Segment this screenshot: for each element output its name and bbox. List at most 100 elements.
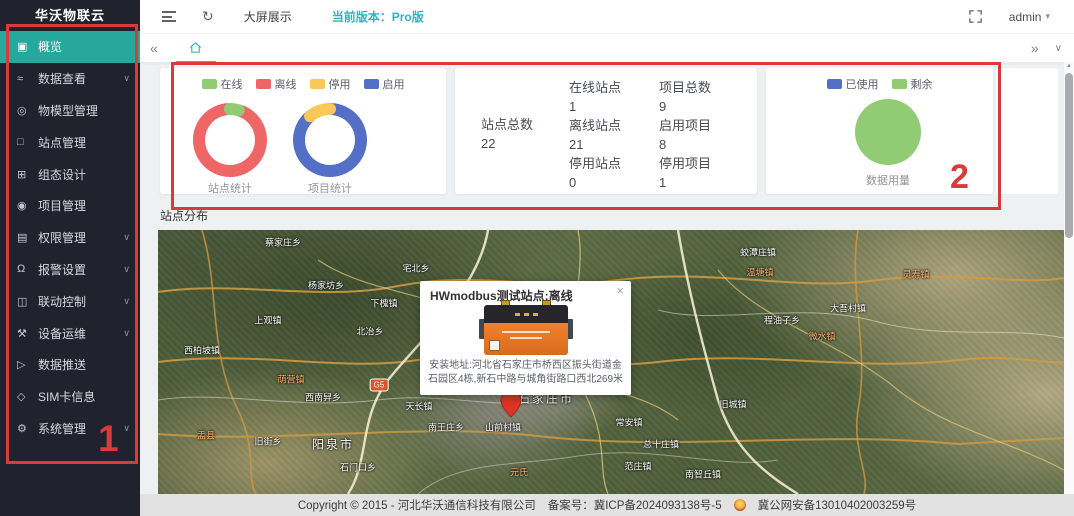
- sidebar-item-label: SIM卡信息: [38, 388, 140, 405]
- big-screen-button[interactable]: 大屏展示: [244, 8, 292, 25]
- stat-label: 在线站点: [569, 78, 621, 97]
- map-place-label: 西南舁乡: [305, 391, 341, 404]
- footer: Copyright © 2015 - 河北华沃通信科技有限公司 备案号：冀ICP…: [140, 494, 1074, 516]
- usage-chart-title: 数据用量: [838, 172, 938, 188]
- map-place-label: 蔡家庄乡: [265, 236, 301, 249]
- legend-swatch: [892, 79, 907, 89]
- scrollbar[interactable]: ▲: [1064, 62, 1074, 494]
- permission-icon: ▤: [17, 231, 38, 244]
- tabs-forward-icon[interactable]: »: [1031, 40, 1039, 56]
- map-place-label: 常安镇: [615, 416, 642, 429]
- sidebar-item-数据推送[interactable]: ▷数据推送: [0, 349, 140, 381]
- chart-legend: 在线离线停用 启用: [160, 76, 446, 92]
- stat-label: 停用项目: [659, 154, 711, 173]
- sidebar-item-权限管理[interactable]: ▤权限管理∨: [0, 222, 140, 254]
- user-caret-icon: ▾: [1045, 11, 1050, 22]
- legend-label: 已使用: [846, 76, 879, 92]
- stat-value: 21: [569, 135, 621, 154]
- scada-icon: ⊞: [17, 168, 38, 181]
- map-place-label: 灵寿镇: [902, 268, 929, 281]
- tab-home[interactable]: [176, 34, 216, 63]
- stat-value: 22: [481, 134, 533, 153]
- legend-item-离线[interactable]: 离线: [256, 76, 297, 92]
- alarm-bell-icon: Ω: [17, 263, 38, 275]
- sidebar-item-系统管理[interactable]: ⚙系统管理∨: [0, 413, 140, 445]
- sidebar-item-站点管理[interactable]: □站点管理: [0, 126, 140, 158]
- fullscreen-icon[interactable]: [968, 9, 983, 24]
- legend-item-在线[interactable]: 在线: [202, 76, 243, 92]
- card-data-usage: 已使用 剩余 数据用量: [766, 68, 993, 194]
- map-place-label: 蛟潭庄镇: [740, 246, 776, 259]
- map-place-label: 微水镇: [808, 330, 835, 343]
- stat-label: 启用项目: [659, 116, 711, 135]
- popup-address: 安装地址:河北省石家庄市桥西区振头街道金石园区4栋,新石中路与城角街路口西北26…: [426, 359, 625, 387]
- map-place-label: 西柏坡镇: [184, 344, 220, 357]
- legend-item-停用[interactable]: 停用: [310, 76, 351, 92]
- sidebar-item-数据查看[interactable]: ≈数据查看∨: [0, 63, 140, 95]
- map-place-label: 元氏: [510, 466, 528, 479]
- sidebar-item-物模型管理[interactable]: ◎物模型管理: [0, 95, 140, 127]
- tabs-dropdown-icon[interactable]: ∨: [1055, 43, 1062, 54]
- refresh-icon[interactable]: ↻: [202, 8, 214, 25]
- chevron-down-icon: ∨: [123, 296, 130, 307]
- footer-icp[interactable]: 备案号：冀ICP备2024093138号-5: [548, 497, 722, 513]
- version-label: 当前版本：Pro版: [332, 8, 424, 25]
- close-icon[interactable]: ×: [616, 283, 624, 298]
- legend-label: 在线: [221, 76, 243, 92]
- sidebar-item-SIM卡信息[interactable]: ◇SIM卡信息: [0, 381, 140, 413]
- user-menu[interactable]: admin ▾: [1009, 10, 1050, 24]
- paper-plane-icon: ▷: [17, 358, 38, 371]
- app-logo-title: 华沃物联云: [0, 0, 140, 31]
- map-place-label: 盂县: [197, 429, 215, 442]
- sidebar-item-组态设计[interactable]: ⊞组态设计: [0, 158, 140, 190]
- legend-label: 剩余: [911, 76, 933, 92]
- stat-label: 站点总数: [481, 115, 533, 134]
- dashboard-icon: ▣: [17, 40, 38, 53]
- sidebar-item-概览[interactable]: ▣概览: [0, 31, 140, 63]
- stat-label: 项目总数: [659, 78, 711, 97]
- station-donut-chart[interactable]: [185, 95, 275, 185]
- legend-label: 启用: [383, 76, 405, 92]
- chart-slice-离线: [199, 109, 261, 171]
- legend-item-已使用[interactable]: 已使用: [827, 76, 879, 92]
- sidebar-item-label: 数据推送: [38, 356, 140, 373]
- footer-copyright: Copyright © 2015 - 河北华沃通信科技有限公司: [298, 497, 536, 513]
- legend-item-剩余[interactable]: 剩余: [892, 76, 933, 92]
- collapse-menu-icon[interactable]: [162, 11, 176, 22]
- sidebar-item-设备运维[interactable]: ⚒设备运维∨: [0, 317, 140, 349]
- sidebar-item-label: 物模型管理: [38, 102, 140, 119]
- pulse-icon: ≈: [17, 73, 38, 85]
- stat-value: 1: [659, 173, 711, 192]
- road-badge: G5: [370, 379, 389, 392]
- sim-tag-icon: ◇: [17, 390, 38, 403]
- footer-police[interactable]: 冀公网安备13010402003259号: [758, 497, 917, 513]
- map-place-label: 上观镇: [254, 314, 281, 327]
- map-place-label: 天长镇: [405, 400, 432, 413]
- linkage-icon: ◫: [17, 295, 38, 308]
- project-chart-title: 项目统计: [280, 180, 380, 196]
- device-ops-icon: ⚒: [17, 327, 38, 340]
- map-section-title: 站点分布: [160, 207, 208, 224]
- totals-column: 在线站点1离线站点21停用站点0: [569, 78, 621, 192]
- sidebar-item-项目管理[interactable]: ◉项目管理: [0, 190, 140, 222]
- legend-swatch: [310, 79, 325, 89]
- legend-swatch: [827, 79, 842, 89]
- station-map[interactable]: 蔡家庄乡蛟潭庄镇宅北乡杨家坊乡下槐镇上观镇北冶乡西柏坡镇温塘镇灵寿镇大吾村镇程油…: [158, 230, 1064, 494]
- sidebar-item-报警设置[interactable]: Ω报警设置∨: [0, 254, 140, 286]
- chevron-down-icon: ∨: [123, 232, 130, 243]
- sidebar-item-联动控制[interactable]: ◫联动控制∨: [0, 285, 140, 317]
- usage-legend: 已使用 剩余: [766, 76, 993, 92]
- tabs-back-icon[interactable]: «: [150, 40, 158, 56]
- project-donut-chart[interactable]: [285, 95, 375, 185]
- sidebar-menu: ▣概览≈数据查看∨◎物模型管理□站点管理⊞组态设计◉项目管理▤权限管理∨Ω报警设…: [0, 31, 140, 444]
- scroll-up-icon[interactable]: ▲: [1064, 63, 1074, 69]
- map-place-label: 程油子乡: [764, 314, 800, 327]
- empty-panel: [996, 68, 1058, 194]
- top-header: ↻ 大屏展示 当前版本：Pro版 admin ▾: [140, 0, 1074, 34]
- totals-column: 站点总数22: [481, 115, 533, 153]
- data-usage-pie-chart[interactable]: [848, 92, 928, 172]
- gear-icon: ⚙: [17, 422, 38, 435]
- sidebar-item-label: 概览: [38, 38, 140, 55]
- legend-item-启用[interactable]: 启用: [364, 76, 405, 92]
- scrollbar-thumb[interactable]: [1065, 73, 1073, 238]
